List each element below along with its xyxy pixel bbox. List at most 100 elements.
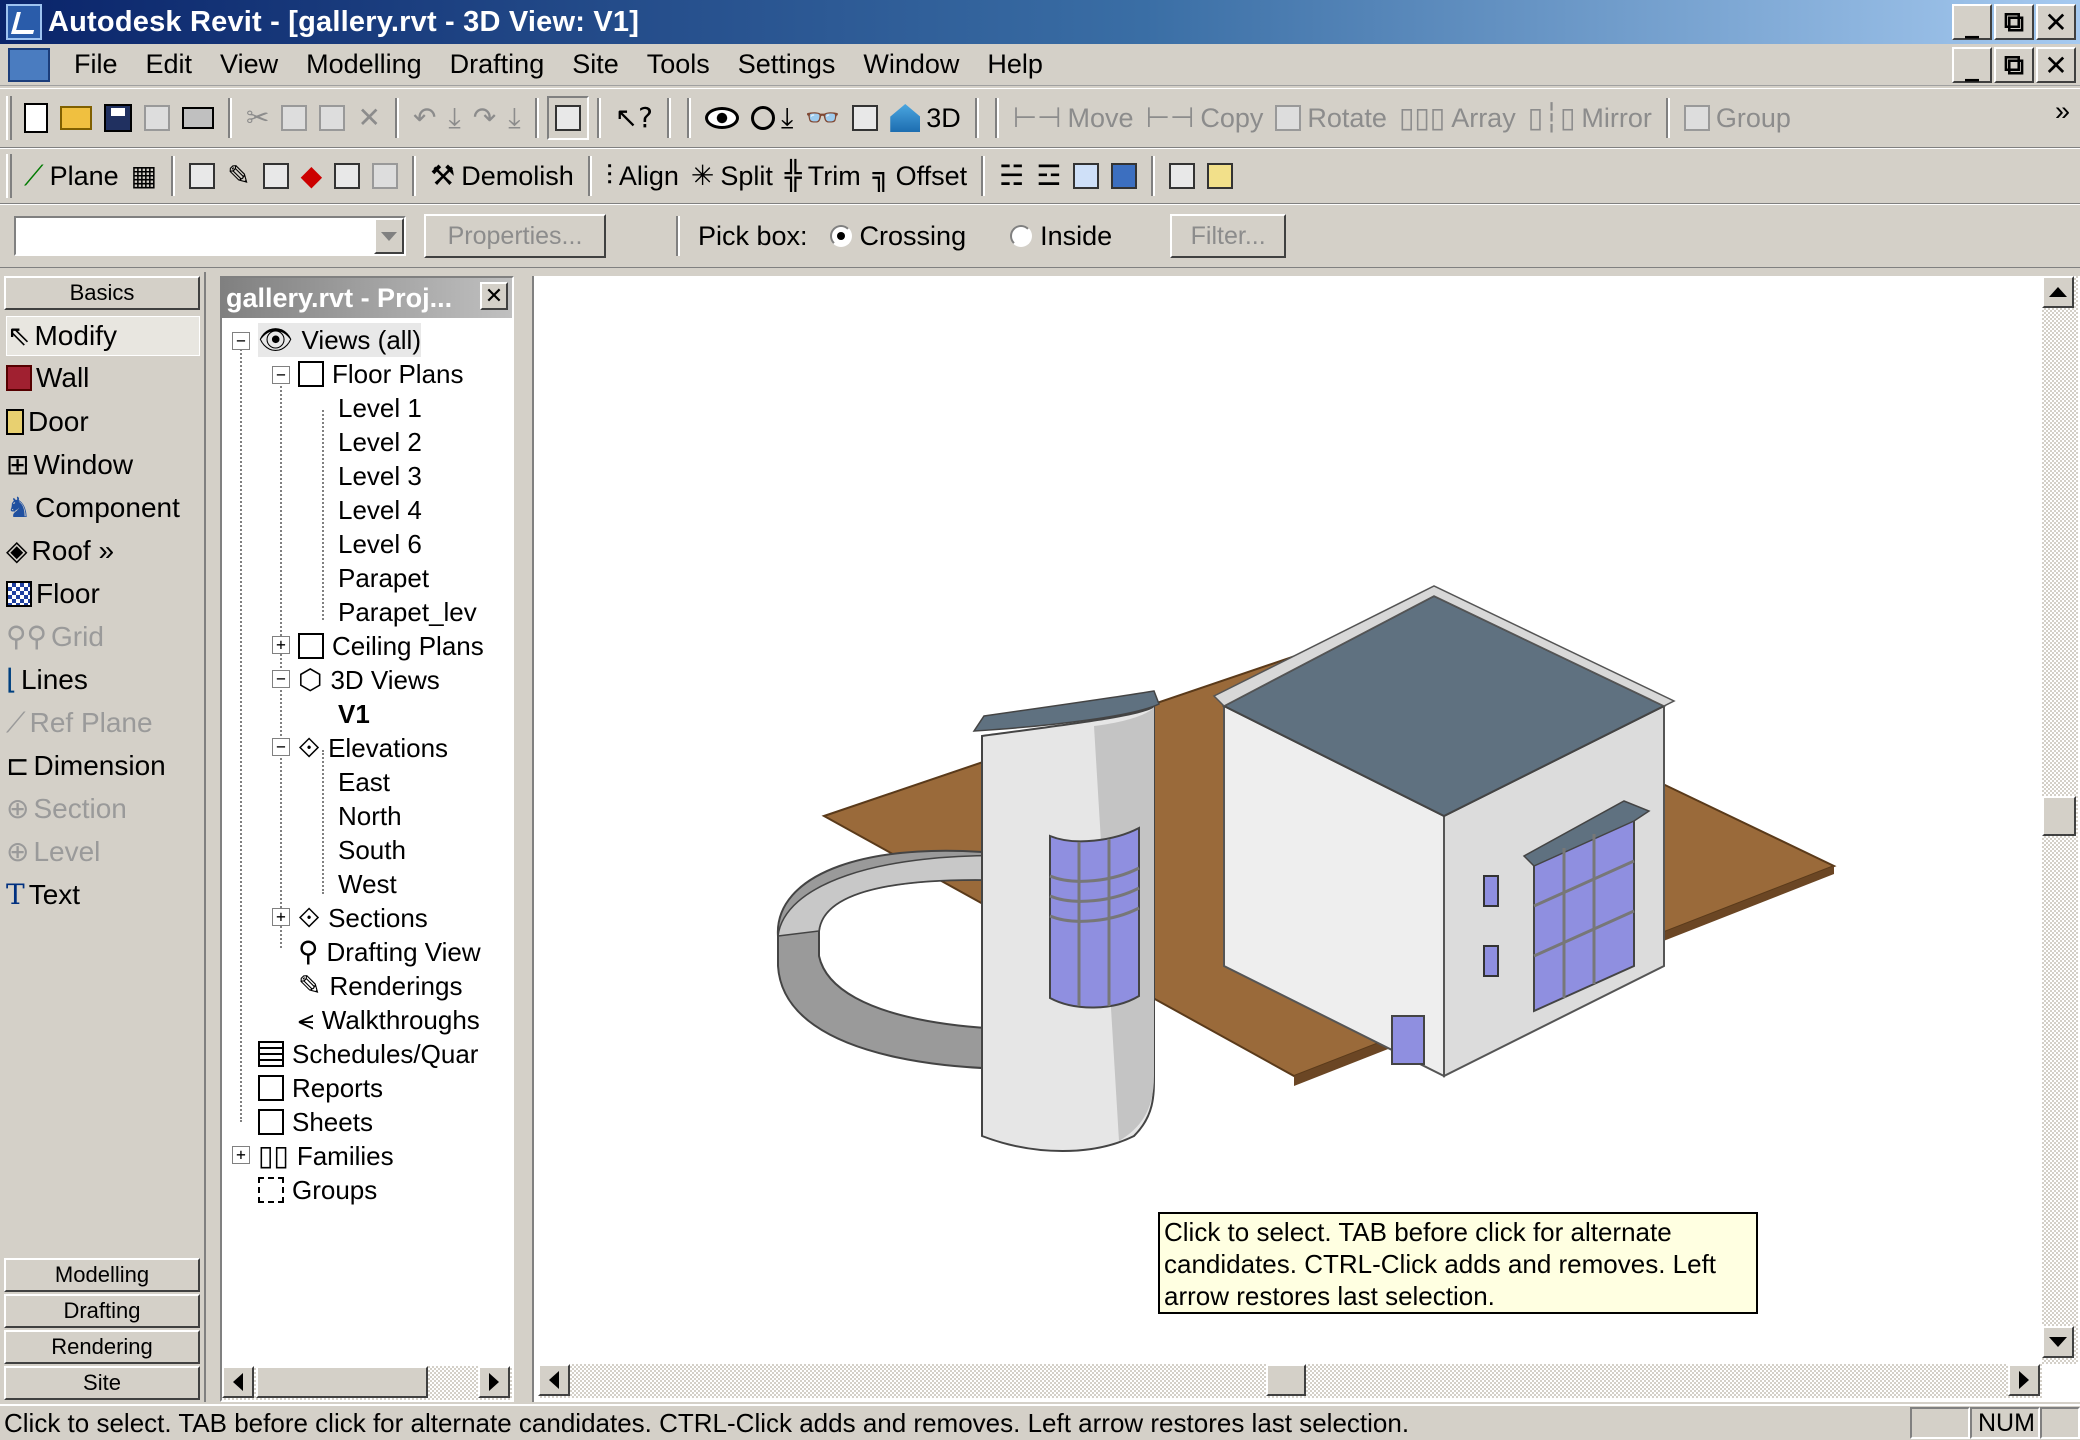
tree-parapet[interactable]: Parapet [338,561,429,595]
tool-dimension[interactable]: ⊏ Dimension [6,746,166,786]
tree-level-6[interactable]: Level 6 [338,527,422,561]
tree-south[interactable]: South [338,833,406,867]
doc-close-button[interactable]: ✕ [2036,47,2076,83]
menu-tools[interactable]: Tools [633,49,724,80]
crossing-radio[interactable]: Crossing [829,221,966,252]
rotate-button[interactable]: Rotate [1269,96,1393,140]
tree-sheets[interactable]: Sheets [258,1105,373,1139]
show-work-plane-button[interactable]: ▦ [125,154,163,198]
minimize-button[interactable]: _ [1952,4,1992,40]
align-button[interactable]: ⫶ Align [600,154,685,198]
doc-restore-button[interactable]: ⧉ [1994,47,2034,83]
viewport-horizontal-scrollbar[interactable] [538,1364,2042,1398]
tree-elevations[interactable]: ⟐ Elevations [298,731,448,765]
copy-clipboard-button[interactable] [275,96,313,140]
doc-minimize-button[interactable]: _ [1952,47,1992,83]
tree-level-4[interactable]: Level 4 [338,493,422,527]
menu-help[interactable]: Help [973,49,1057,80]
cut-button[interactable]: ✂ [240,96,275,140]
menu-site[interactable]: Site [558,49,633,80]
pick-new-host-button[interactable] [1163,154,1201,198]
tree-parapet-lev[interactable]: Parapet_lev [338,595,477,629]
tree-families[interactable]: ▯▯ Families [258,1139,394,1173]
modelling-tab[interactable]: Modelling [4,1258,200,1292]
properties-button[interactable]: Properties... [424,214,606,258]
lock-align-button[interactable]: ☵ [993,154,1030,198]
expand-families-toggle[interactable]: + [232,1146,250,1164]
browser-horizontal-scrollbar[interactable] [222,1366,512,1400]
tool-section[interactable]: ⊕ Section [6,789,127,829]
zoom-button[interactable]: ⤓ [745,96,799,140]
tree-views-all[interactable]: 👁 Views (all) [258,323,421,357]
project-browser-close-button[interactable]: ✕ [480,282,508,310]
tool-grid[interactable]: ⚲⚲ Grid [6,617,104,657]
paste-aligned-button[interactable] [1105,154,1143,198]
demolish-button[interactable]: ⚒ Demolish [424,154,580,198]
paint-bucket-button[interactable]: ◆ [295,154,329,198]
scroll-down-button[interactable] [2042,1326,2074,1358]
copy-button[interactable]: ⊢⊣ Copy [1140,96,1270,140]
tool-level[interactable]: ⊕ Level [6,832,100,872]
cut-geometry-button[interactable] [366,154,404,198]
type-selector-combo[interactable] [14,216,406,256]
tool-component[interactable]: ♞ Component [6,488,180,528]
building-3d-model[interactable] [534,276,2034,1356]
inside-radio[interactable]: Inside [1010,221,1112,252]
group-button[interactable]: Group [1678,96,1797,140]
tool-floor[interactable]: Floor [6,574,100,614]
unlock-align-button[interactable]: ☲ [1030,154,1067,198]
close-button[interactable]: ✕ [2036,4,2076,40]
collapse-elevations-toggle[interactable]: − [272,738,290,756]
horizontal-scroll-thumb[interactable] [1266,1364,1306,1396]
document-system-icon[interactable] [8,47,50,82]
tree-level-3[interactable]: Level 3 [338,459,422,493]
viewport-vertical-scrollbar[interactable] [2042,276,2078,1364]
tree-walkthroughs[interactable]: ⪪ Walkthroughs [298,1003,480,1037]
save-all-button[interactable] [138,96,176,140]
dynamic-view-button[interactable] [699,96,745,140]
work-plane-button[interactable]: ⟋ Plane [18,154,125,198]
collapse-floor-plans-toggle[interactable]: − [272,366,290,384]
linework-button[interactable] [183,154,221,198]
join-geometry-button[interactable] [328,154,366,198]
drafting-tab[interactable]: Drafting [4,1294,200,1328]
array-button[interactable]: ▯▯▯ Array [1393,96,1522,140]
tool-roof[interactable]: ◈ Roof » [6,531,114,571]
tree-sections[interactable]: ⟐ Sections [298,901,428,935]
scroll-thumb[interactable] [256,1366,428,1398]
tree-floor-plans[interactable]: Floor Plans [298,357,464,391]
tree-level-2[interactable]: Level 2 [338,425,422,459]
scroll-left-button[interactable] [222,1366,254,1398]
expand-sections-toggle[interactable]: + [272,908,290,926]
tree-west[interactable]: West [338,867,397,901]
tool-door[interactable]: Door [6,402,89,442]
save-button[interactable] [98,96,138,140]
copy-to-clipboard-button[interactable] [1067,154,1105,198]
split-button[interactable]: ✳ Split [685,154,779,198]
edit-family-button[interactable] [1201,154,1239,198]
mirror-button[interactable]: ▯┆▯ Mirror [1522,96,1658,140]
tree-v1[interactable]: V1 [338,697,370,731]
undo-button[interactable]: ↶ [407,96,442,140]
print-button[interactable] [176,96,220,140]
restore-button[interactable]: ⧉ [1994,4,2034,40]
expand-ceiling-plans-toggle[interactable]: + [272,636,290,654]
menu-file[interactable]: File [60,49,132,80]
trim-button[interactable]: ╬ Trim [779,154,867,198]
delete-button[interactable]: ✕ [351,96,386,140]
project-browser-toggle[interactable] [546,96,589,140]
scroll-left-button[interactable] [538,1364,570,1396]
tree-east[interactable]: East [338,765,390,799]
tree-level-1[interactable]: Level 1 [338,391,422,425]
thin-lines-button[interactable] [846,96,884,140]
menu-settings[interactable]: Settings [724,49,850,80]
tree-reports[interactable]: Reports [258,1071,383,1105]
tree-schedules[interactable]: Schedules/Quar [258,1037,478,1071]
scroll-up-button[interactable] [2042,276,2074,308]
split-face-button[interactable] [257,154,295,198]
tree-3d-views[interactable]: ⬡ 3D Views [298,663,440,697]
tool-text[interactable]: T Text [6,875,80,915]
tree-groups[interactable]: Groups [258,1173,377,1207]
tool-ref-plane[interactable]: ⟋ Ref Plane [6,703,153,743]
hide-isolate-button[interactable]: 👓 [799,96,846,140]
